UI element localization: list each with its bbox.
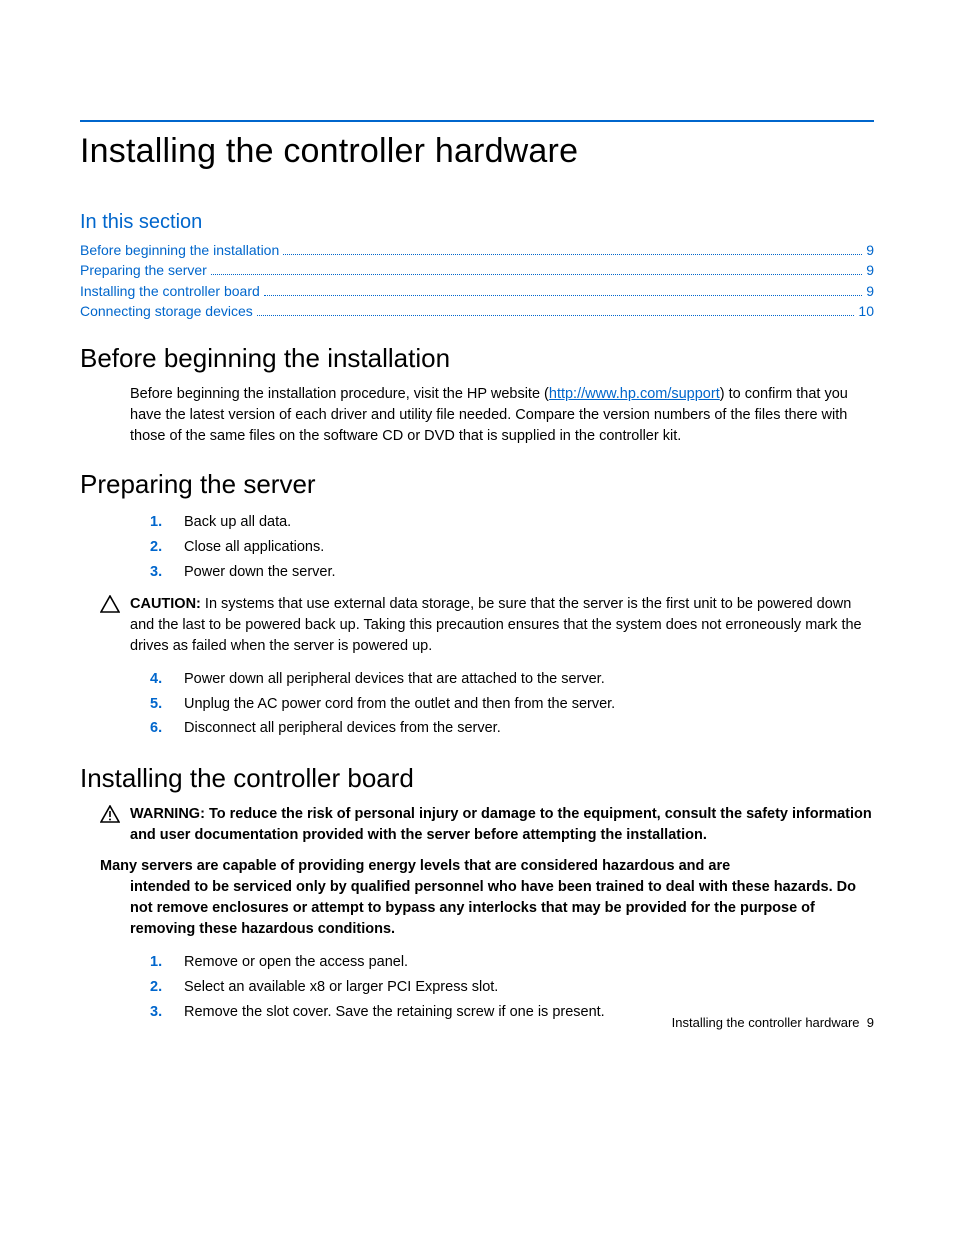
page-footer: Installing the controller hardware 9 xyxy=(672,1015,874,1030)
text: Before beginning the installation proced… xyxy=(130,386,549,402)
toc-leader-dots xyxy=(211,262,862,276)
list-item: 1. Remove or open the access panel. xyxy=(150,950,874,975)
toc-label: Connecting storage devices xyxy=(80,301,253,321)
toc-leader-dots xyxy=(257,302,855,316)
toc-page: 9 xyxy=(866,240,874,260)
step-text: Disconnect all peripheral devices from t… xyxy=(184,720,501,736)
toc-leader-dots xyxy=(283,241,862,255)
list-item: 3. Power down the server. xyxy=(150,560,874,585)
heading-before-beginning: Before beginning the installation xyxy=(80,343,874,374)
caution-icon xyxy=(100,595,124,618)
step-list: 1. Remove or open the access panel. 2. Sel… xyxy=(150,950,874,1024)
step-list: 1. Back up all data. 2. Close all applicat… xyxy=(150,510,874,584)
step-number: 2. xyxy=(150,975,162,1000)
support-link[interactable]: http://www.hp.com/support xyxy=(549,386,720,402)
toc-row[interactable]: Before beginning the installation 9 xyxy=(80,240,874,260)
step-text: Remove the slot cover. Save the retainin… xyxy=(184,1004,605,1020)
step-number: 1. xyxy=(150,950,162,975)
text: intended to be serviced only by qualifie… xyxy=(130,877,874,940)
toc-page: 10 xyxy=(858,301,874,321)
paragraph: Before beginning the installation proced… xyxy=(130,384,874,447)
step-text: Close all applications. xyxy=(184,539,324,555)
toc-row[interactable]: Connecting storage devices 10 xyxy=(80,301,874,321)
step-number: 3. xyxy=(150,1000,162,1025)
toc-label: Installing the controller board xyxy=(80,281,260,301)
list-item: 1. Back up all data. xyxy=(150,510,874,535)
warning-label: WARNING: xyxy=(130,806,205,822)
warning-icon xyxy=(100,805,124,828)
step-text: Power down all peripheral devices that a… xyxy=(184,671,605,687)
step-text: Back up all data. xyxy=(184,514,291,530)
toc-label: Before beginning the installation xyxy=(80,240,279,260)
hazard-paragraph: Many servers are capable of providing en… xyxy=(100,856,874,940)
warning-text: To reduce the risk of personal injury or… xyxy=(130,806,872,843)
caution-text: In systems that use external data storag… xyxy=(130,596,862,654)
toc-row[interactable]: Preparing the server 9 xyxy=(80,260,874,280)
step-text: Remove or open the access panel. xyxy=(184,954,408,970)
toc: Before beginning the installation 9 Prep… xyxy=(80,240,874,321)
top-rule xyxy=(80,120,874,122)
toc-leader-dots xyxy=(264,282,862,296)
footer-page-number: 9 xyxy=(867,1015,874,1030)
list-item: 6. Disconnect all peripheral devices from… xyxy=(150,716,874,741)
heading-installing-board: Installing the controller board xyxy=(80,763,874,794)
step-text: Select an available x8 or larger PCI Exp… xyxy=(184,979,498,995)
text: Many servers are capable of providing en… xyxy=(100,858,730,874)
warning-callout: WARNING: To reduce the risk of personal … xyxy=(100,804,874,846)
list-item: 2. Close all applications. xyxy=(150,535,874,560)
step-number: 2. xyxy=(150,535,162,560)
in-this-section-heading: In this section xyxy=(80,211,874,234)
heading-preparing-server: Preparing the server xyxy=(80,469,874,500)
toc-page: 9 xyxy=(866,281,874,301)
step-text: Power down the server. xyxy=(184,564,336,580)
caution-callout: CAUTION: In systems that use external da… xyxy=(100,594,874,657)
step-number: 5. xyxy=(150,692,162,717)
footer-text: Installing the controller hardware xyxy=(672,1015,860,1030)
list-item: 4. Power down all peripheral devices that… xyxy=(150,667,874,692)
toc-label: Preparing the server xyxy=(80,260,207,280)
step-number: 3. xyxy=(150,560,162,585)
step-number: 6. xyxy=(150,716,162,741)
step-number: 1. xyxy=(150,510,162,535)
list-item: 5. Unplug the AC power cord from the outl… xyxy=(150,692,874,717)
toc-page: 9 xyxy=(866,260,874,280)
step-list: 4. Power down all peripheral devices that… xyxy=(150,667,874,741)
step-number: 4. xyxy=(150,667,162,692)
list-item: 2. Select an available x8 or larger PCI E… xyxy=(150,975,874,1000)
page-title: Installing the controller hardware xyxy=(80,132,874,171)
caution-label: CAUTION: xyxy=(130,596,201,612)
toc-row[interactable]: Installing the controller board 9 xyxy=(80,281,874,301)
step-text: Unplug the AC power cord from the outlet… xyxy=(184,696,615,712)
